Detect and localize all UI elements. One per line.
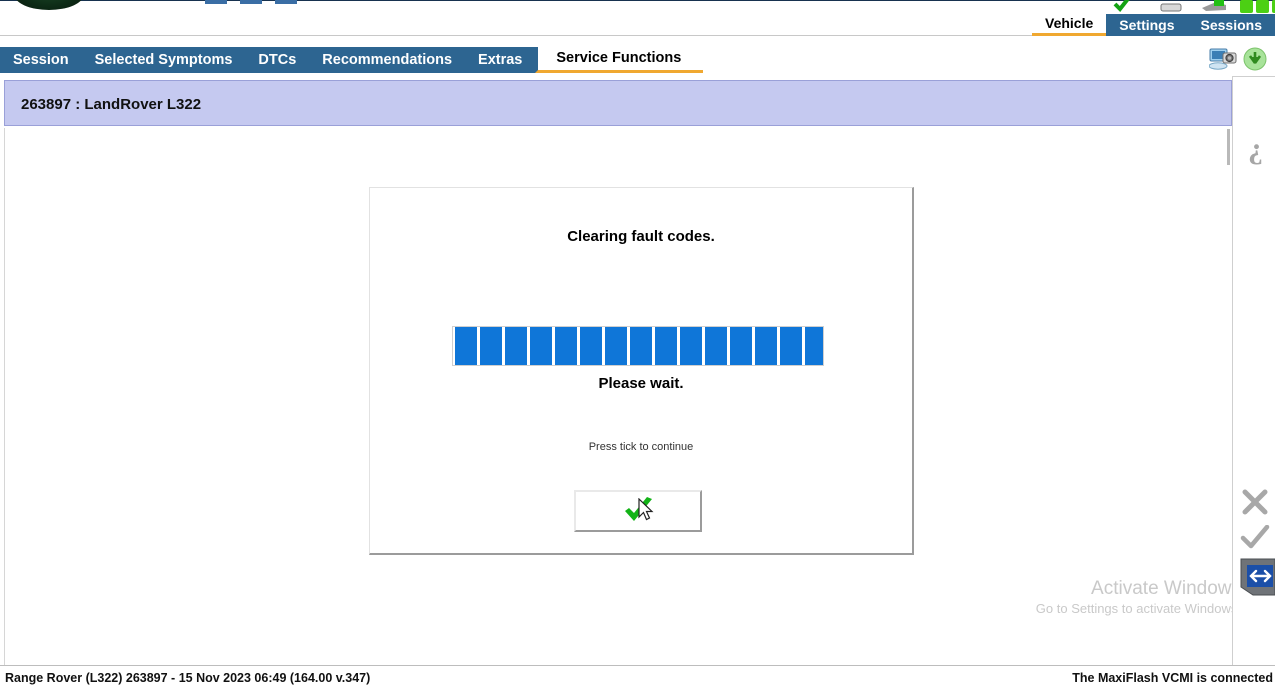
cable-icon[interactable] [1200, 0, 1228, 12]
progress-segment [805, 327, 823, 365]
dialog-hint-text: Press tick to continue [588, 441, 694, 453]
progress-bar [452, 326, 824, 366]
watermark-subtitle: Go to Settings to activate Windows. [1035, 601, 1241, 616]
check-icon[interactable] [1112, 0, 1134, 13]
content-area: Clearing fault codes. Please wait. Press… [4, 128, 1241, 665]
header-tab-sessions[interactable]: Sessions [1187, 14, 1275, 36]
main-tab-list: Session Selected Symptoms DTCs Recommend… [0, 47, 704, 73]
header-bar: Vehicle Settings Sessions [0, 14, 1275, 36]
tab-session[interactable]: Session [0, 47, 82, 73]
right-sidebar: ¿ [1227, 76, 1275, 665]
header-tab-settings-label: Settings [1119, 16, 1175, 33]
header-tab-vehicle-label: Vehicle [1045, 15, 1094, 31]
progress-segment [730, 327, 752, 365]
progress-segment [480, 327, 502, 365]
green-square-1 [1240, 0, 1253, 13]
status-bar: Range Rover (L322) 263897 - 15 Nov 2023 … [0, 665, 1275, 690]
status-device-connection: The MaxiFlash VCMI is connected [1072, 671, 1273, 685]
progress-dialog: Clearing fault codes. Please wait. Press… [369, 187, 914, 555]
header-tabs: Vehicle Settings Sessions [1032, 14, 1275, 36]
dialog-title: Clearing fault codes. [567, 228, 715, 245]
tab-dtcs[interactable]: DTCs [245, 47, 310, 73]
tab-recommendations[interactable]: Recommendations [309, 47, 466, 73]
progress-segment [530, 327, 552, 365]
back-arrow-button[interactable] [1233, 557, 1275, 601]
tab-recommendations-label: Recommendations [322, 51, 453, 68]
tab-dtcs-label: DTCs [258, 51, 297, 68]
title-bar-stripe [0, 0, 1275, 1]
tab-bar-tools [1208, 47, 1267, 76]
tab-session-label: Session [13, 51, 69, 68]
progress-segment [630, 327, 652, 365]
module-icon[interactable] [1158, 0, 1184, 12]
progress-segment [505, 327, 527, 365]
progress-segment [455, 327, 477, 365]
svg-text:¿: ¿ [1248, 132, 1263, 165]
progress-segment [555, 327, 577, 365]
tab-selected-symptoms-label: Selected Symptoms [94, 51, 233, 68]
progress-segment [780, 327, 802, 365]
watermark-title: Activate Windows [1091, 578, 1241, 599]
tab-service-functions[interactable]: Service Functions [535, 47, 704, 73]
activate-windows-watermark: Activate Windows Go to Settings to activ… [1001, 577, 1241, 618]
cancel-x-icon[interactable] [1233, 489, 1275, 515]
dialog-wait-text: Please wait. [598, 375, 684, 392]
header-tab-vehicle[interactable]: Vehicle [1032, 14, 1107, 36]
green-square-2 [1256, 0, 1269, 13]
app-logo [14, 0, 84, 10]
vehicle-info-bar: 263897 : LandRover L322 [4, 80, 1232, 126]
confirm-check-icon[interactable] [1233, 525, 1275, 551]
progress-segment [605, 327, 627, 365]
header-tab-settings[interactable]: Settings [1106, 14, 1188, 36]
mouse-cursor [638, 498, 654, 522]
status-vehicle-session: Range Rover (L322) 263897 - 15 Nov 2023 … [5, 671, 371, 685]
progress-segment [680, 327, 702, 365]
toolbar-chip-1[interactable] [205, 0, 227, 4]
progress-segment [705, 327, 727, 365]
tab-extras-label: Extras [478, 51, 523, 68]
download-icon[interactable] [1243, 47, 1267, 76]
tick-confirm-button[interactable] [574, 490, 702, 532]
window-chrome-strip [0, 0, 1275, 14]
tab-service-functions-label: Service Functions [556, 50, 682, 67]
application-window: Vehicle Settings Sessions Session Select… [0, 0, 1275, 690]
toolbar-chip-3[interactable] [275, 0, 297, 4]
progress-segment [655, 327, 677, 365]
tab-extras[interactable]: Extras [465, 47, 536, 73]
scrollbar-thumb[interactable] [1227, 129, 1230, 165]
toolbar-chip-2[interactable] [240, 0, 262, 4]
vehicle-info-label: 263897 : LandRover L322 [21, 96, 202, 113]
progress-segment [580, 327, 602, 365]
tab-selected-symptoms[interactable]: Selected Symptoms [81, 47, 246, 73]
progress-segment [755, 327, 777, 365]
header-tab-sessions-label: Sessions [1200, 16, 1262, 33]
screenshot-capture-icon[interactable] [1208, 47, 1237, 76]
help-question-icon[interactable]: ¿ [1233, 131, 1275, 165]
header-rule [0, 35, 1048, 36]
main-tab-bar: Session Selected Symptoms DTCs Recommend… [0, 44, 1275, 74]
